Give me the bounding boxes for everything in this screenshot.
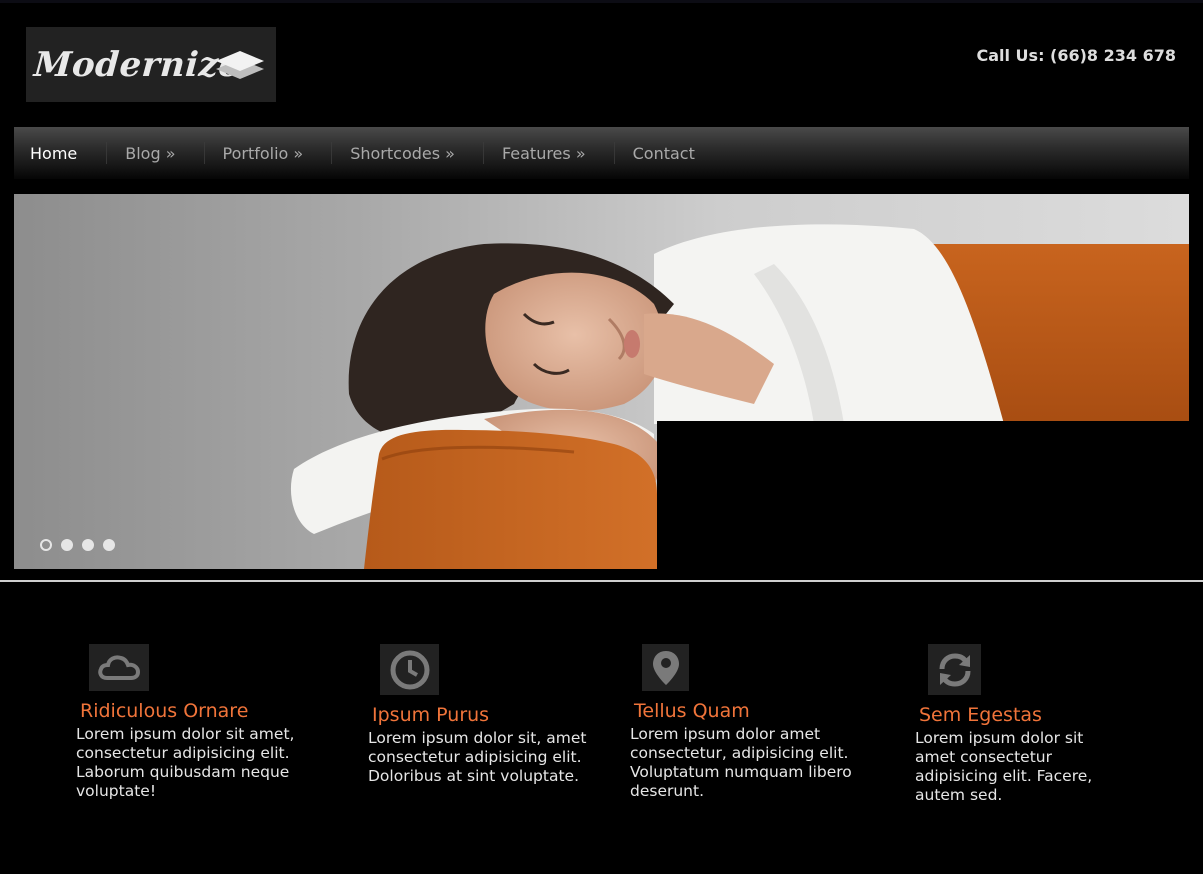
nav-item-features[interactable]: Features »: [502, 127, 586, 179]
feature-title: Tellus Quam: [634, 700, 750, 722]
feature-title: Ipsum Purus: [372, 704, 490, 726]
slider-pagination: [40, 539, 115, 551]
slider-dot-2[interactable]: [61, 539, 73, 551]
nav-item-portfolio[interactable]: Portfolio »: [223, 127, 304, 179]
nav-item-shortcodes[interactable]: Shortcodes »: [350, 127, 455, 179]
feature-title: Sem Egestas: [919, 704, 1042, 726]
clock-icon: [380, 644, 439, 695]
nav-item-contact[interactable]: Contact: [633, 127, 695, 179]
slider-dot-3[interactable]: [82, 539, 94, 551]
hero-slider[interactable]: [14, 194, 1189, 569]
logo-text: Modernize: [32, 44, 243, 85]
nav-separator: [106, 142, 108, 164]
map-pin-icon: [642, 644, 689, 691]
feature-title: Ridiculous Ornare: [80, 700, 249, 722]
slider-dot-4[interactable]: [103, 539, 115, 551]
feature-column: Ipsum Purus Lorem ipsum dolor sit, amet …: [368, 644, 628, 786]
slider-dot-1[interactable]: [40, 539, 52, 551]
layers-icon: [216, 51, 264, 79]
nav-separator: [203, 142, 205, 164]
feature-column: Tellus Quam Lorem ipsum dolor amet conse…: [630, 644, 890, 801]
nav-item-blog[interactable]: Blog »: [125, 127, 175, 179]
site-logo[interactable]: Modernize: [26, 27, 276, 102]
nav-separator: [482, 142, 484, 164]
feature-text: Lorem ipsum dolor sit amet consectetur a…: [915, 729, 1093, 804]
nav-separator: [331, 142, 333, 164]
top-border: [0, 0, 1203, 3]
feature-column: Sem Egestas Lorem ipsum dolor sit amet c…: [915, 644, 1175, 805]
cloud-icon: [89, 644, 149, 691]
caption-overlay: [657, 421, 1189, 569]
feature-text: Lorem ipsum dolor sit, amet consectetur …: [368, 729, 587, 785]
feature-column: Ridiculous Ornare Lorem ipsum dolor sit …: [76, 644, 336, 801]
nav-separator: [613, 142, 615, 164]
call-us-text: Call Us: (66)8 234 678: [976, 46, 1176, 65]
refresh-icon: [928, 644, 981, 695]
section-divider: [0, 580, 1203, 582]
feature-text: Lorem ipsum dolor sit amet, consectetur …: [76, 725, 295, 800]
nav-item-home[interactable]: Home: [30, 127, 77, 179]
feature-text: Lorem ipsum dolor amet consectetur, adip…: [630, 725, 852, 800]
main-nav: Home Blog » Portfolio » Shortcodes » Fea…: [14, 127, 1189, 179]
